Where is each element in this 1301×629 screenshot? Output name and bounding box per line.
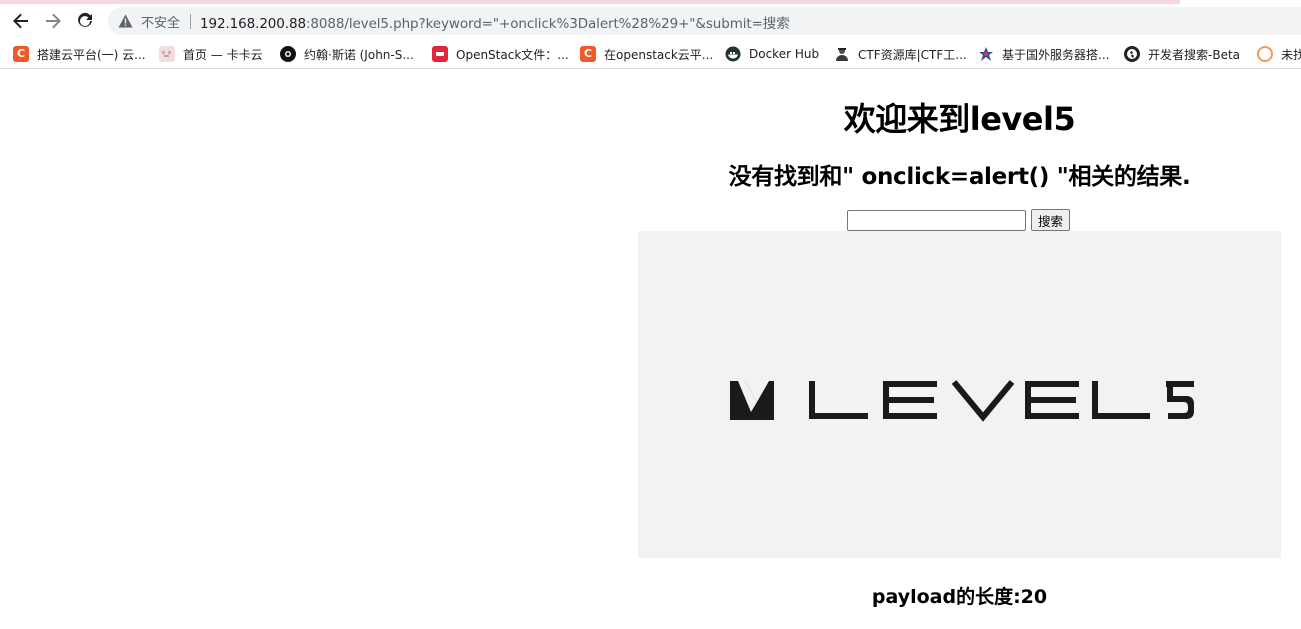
bookmark-item[interactable]: 首页 — 卡卡云 (159, 45, 263, 63)
warning-icon (118, 14, 133, 28)
bookmark-label: 未找 (1281, 47, 1301, 62)
reload-button[interactable] (72, 8, 98, 34)
bookmark-label: Docker Hub (749, 47, 820, 61)
bookmark-item[interactable]: CTF资源库|CTF工... (834, 45, 967, 63)
bookmark-label: 在openstack云平... (604, 47, 714, 62)
level5-logo (730, 380, 1194, 422)
bookmark-label: OpenStack文件：... (456, 47, 569, 62)
bookmark-label: 约翰·斯诺 (John-S... (304, 47, 414, 62)
url-text[interactable]: 192.168.200.88:8088/level5.php?keyword="… (200, 12, 790, 32)
bookmark-item[interactable]: Docker Hub (725, 45, 819, 63)
ctf-icon (834, 46, 850, 62)
search-form: 搜索 (847, 209, 1071, 231)
address-divider (190, 14, 191, 29)
payload-length: payload的长度:20 (871, 586, 1048, 608)
bookmark-label: 基于国外服务器搭... (1002, 47, 1110, 62)
bookmark-item[interactable]: 约翰·斯诺 (John-S... (280, 45, 414, 63)
back-arrow-icon (13, 13, 28, 29)
openstack-icon (432, 46, 448, 62)
url-path: :8088/level5.php?keyword="+onclick%3Dale… (305, 16, 790, 32)
bookmark-label: CTF资源库|CTF工... (858, 47, 967, 62)
forward-button[interactable] (40, 8, 66, 34)
bookmark-item[interactable]: 开发者搜索-Beta (1124, 45, 1240, 63)
bookmark-label: 搭建云平台(一) 云... (37, 47, 146, 62)
level5-banner-image (638, 231, 1281, 558)
globe-icon (1124, 46, 1140, 62)
docker-icon (725, 46, 741, 62)
kaka-icon (159, 46, 175, 62)
bookmark-item[interactable]: 未找 (1257, 45, 1301, 63)
github-icon (280, 46, 296, 62)
csdn-icon: C (13, 46, 29, 62)
forward-arrow-icon (46, 13, 61, 29)
keyword-input[interactable] (847, 209, 1026, 231)
bookmark-label: 开发者搜索-Beta (1148, 47, 1241, 62)
page-title: 欢迎来到level5 (843, 100, 1076, 138)
security-label[interactable]: 不安全 (141, 12, 180, 31)
star-icon (978, 46, 994, 62)
address-bar[interactable]: 不安全 192.168.200.88:8088/level5.php?keywo… (108, 7, 1301, 35)
bookmark-item[interactable]: OpenStack文件：... (432, 45, 569, 63)
page-content: 欢迎来到level5 没有找到和" onclick=alert() "相关的结果… (0, 70, 1301, 629)
csdn-icon: C (580, 46, 596, 62)
bookmark-label: 首页 — 卡卡云 (183, 47, 263, 62)
bookmark-item[interactable]: C 搭建云平台(一) 云... (13, 45, 146, 63)
search-result-message: 没有找到和" onclick=alert() "相关的结果. (728, 164, 1191, 190)
bookmarks-bar: C 搭建云平台(一) 云... 首页 — 卡卡云 约翰·斯诺 (John-S..… (0, 40, 1301, 69)
browser-toolbar: 不安全 192.168.200.88:8088/level5.php?keywo… (0, 4, 1301, 38)
search-button[interactable]: 搜索 (1031, 209, 1071, 231)
bookmark-item[interactable]: C 在openstack云平... (580, 45, 713, 63)
bookmark-item[interactable]: 基于国外服务器搭... (978, 45, 1109, 63)
back-button[interactable] (8, 8, 34, 34)
url-host: 192.168.200.88 (200, 16, 306, 32)
ring-icon (1257, 46, 1273, 62)
reload-icon (78, 12, 92, 27)
